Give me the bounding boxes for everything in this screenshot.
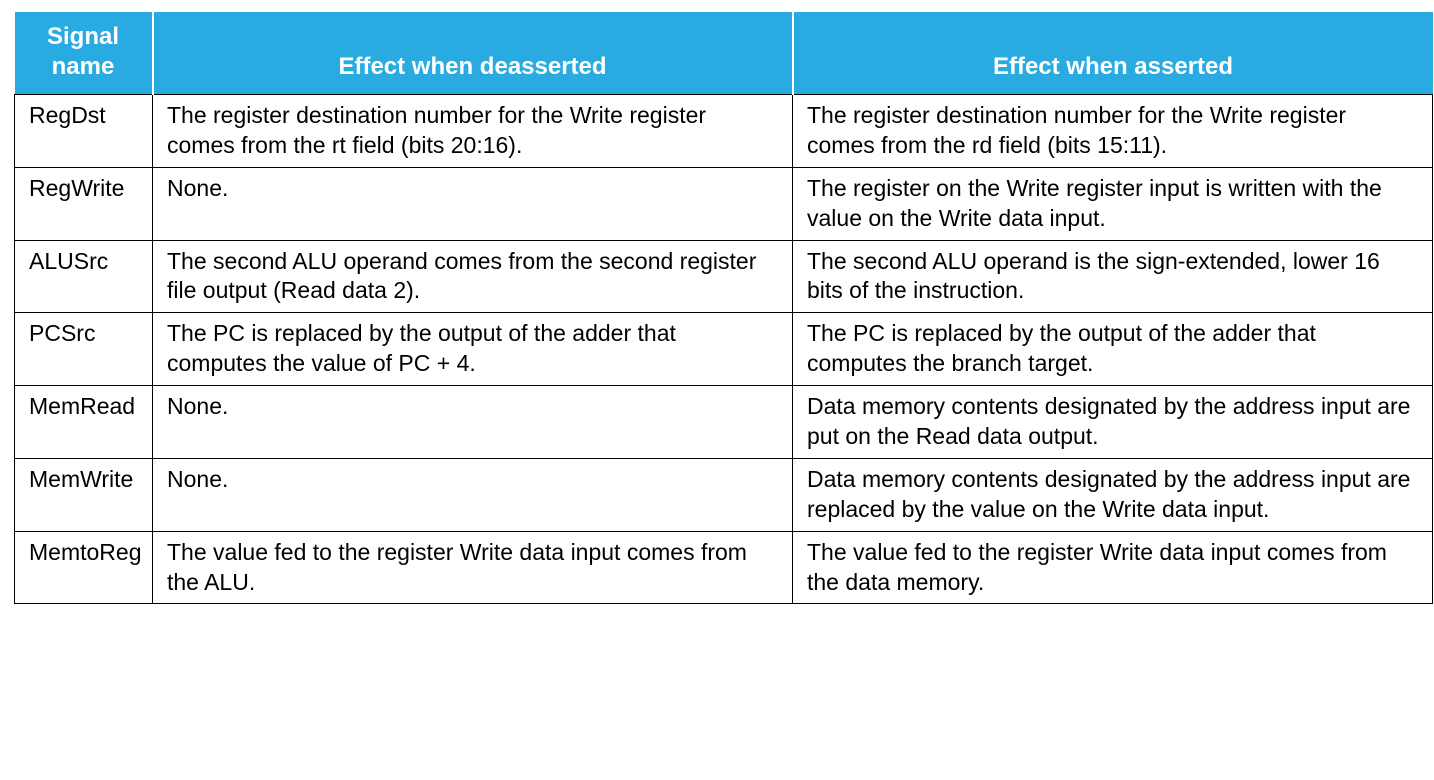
header-effect-deasserted: Effect when deasserted	[153, 12, 793, 95]
page-container: Signalname Effect when deasserted Effect…	[0, 0, 1434, 616]
signal-name-cell: MemtoReg	[15, 531, 153, 604]
header-effect-asserted: Effect when asserted	[793, 12, 1433, 95]
signal-name-cell: MemWrite	[15, 458, 153, 531]
table-row: PCSrc The PC is replaced by the output o…	[15, 313, 1433, 386]
table-row: ALUSrc The second ALU operand comes from…	[15, 240, 1433, 313]
effect-asserted-cell: The value fed to the register Write data…	[793, 531, 1433, 604]
signal-name-cell: RegWrite	[15, 167, 153, 240]
effect-asserted-cell: Data memory contents designated by the a…	[793, 386, 1433, 459]
effect-asserted-cell: Data memory contents designated by the a…	[793, 458, 1433, 531]
effect-deasserted-cell: The register destination number for the …	[153, 95, 793, 168]
table-row: MemtoReg The value fed to the register W…	[15, 531, 1433, 604]
effect-asserted-cell: The second ALU operand is the sign-exten…	[793, 240, 1433, 313]
table-row: RegWrite None. The register on the Write…	[15, 167, 1433, 240]
table-row: RegDst The register destination number f…	[15, 95, 1433, 168]
header-signal-name: Signalname	[15, 12, 153, 95]
effect-deasserted-cell: The PC is replaced by the output of the …	[153, 313, 793, 386]
control-signals-table: Signalname Effect when deasserted Effect…	[14, 12, 1433, 604]
signal-name-cell: PCSrc	[15, 313, 153, 386]
effect-deasserted-cell: None.	[153, 386, 793, 459]
table-row: MemWrite None. Data memory contents desi…	[15, 458, 1433, 531]
signal-name-cell: ALUSrc	[15, 240, 153, 313]
table-row: MemRead None. Data memory contents desig…	[15, 386, 1433, 459]
table-body: RegDst The register destination number f…	[15, 95, 1433, 604]
effect-deasserted-cell: The second ALU operand comes from the se…	[153, 240, 793, 313]
effect-deasserted-cell: None.	[153, 458, 793, 531]
signal-name-cell: RegDst	[15, 95, 153, 168]
effect-asserted-cell: The register destination number for the …	[793, 95, 1433, 168]
effect-asserted-cell: The register on the Write register input…	[793, 167, 1433, 240]
effect-asserted-cell: The PC is replaced by the output of the …	[793, 313, 1433, 386]
effect-deasserted-cell: The value fed to the register Write data…	[153, 531, 793, 604]
signal-name-cell: MemRead	[15, 386, 153, 459]
effect-deasserted-cell: None.	[153, 167, 793, 240]
table-header-row: Signalname Effect when deasserted Effect…	[15, 12, 1433, 95]
table-header: Signalname Effect when deasserted Effect…	[15, 12, 1433, 95]
